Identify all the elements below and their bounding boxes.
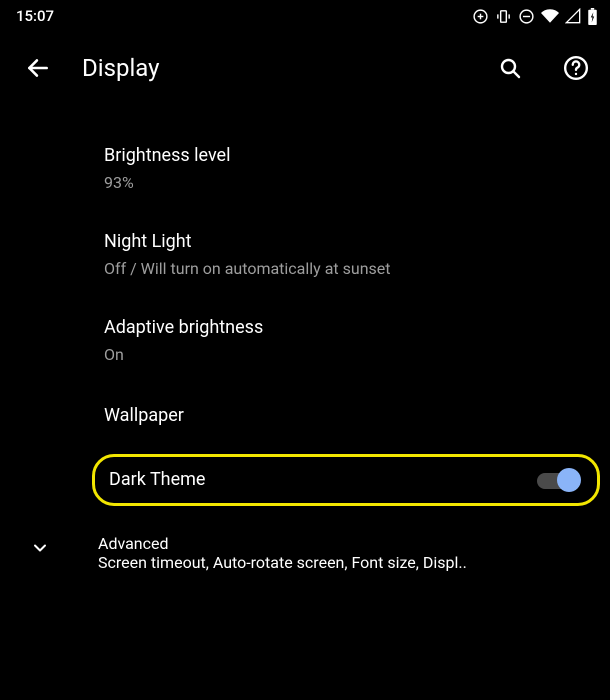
item-title: Brightness level — [104, 144, 586, 168]
item-title: Night Light — [104, 230, 586, 254]
battery-charging-icon — [587, 8, 598, 25]
status-bar: 15:07 — [0, 0, 610, 30]
dark-theme-item[interactable]: Dark Theme — [92, 454, 600, 506]
dnd-icon — [518, 8, 535, 25]
item-title: Advanced — [98, 534, 586, 553]
item-title: Dark Theme — [109, 469, 205, 490]
search-button[interactable] — [494, 52, 526, 84]
item-subtitle: On — [104, 344, 586, 366]
wifi-icon — [541, 7, 559, 25]
brightness-level-item[interactable]: Brightness level 93% — [0, 126, 610, 212]
item-title: Adaptive brightness — [104, 316, 586, 340]
help-icon — [563, 55, 589, 81]
adaptive-brightness-item[interactable]: Adaptive brightness On — [0, 298, 610, 384]
chevron-down-icon — [30, 538, 50, 562]
item-subtitle: Off / Will turn on automatically at suns… — [104, 258, 586, 280]
status-time: 15:07 — [16, 7, 54, 25]
advanced-item[interactable]: Advanced Screen timeout, Auto-rotate scr… — [0, 512, 610, 590]
help-button[interactable] — [560, 52, 592, 84]
page-title: Display — [82, 54, 466, 82]
arrow-left-icon — [25, 55, 51, 81]
search-icon — [498, 56, 522, 80]
night-light-item[interactable]: Night Light Off / Will turn on automatic… — [0, 212, 610, 298]
vibrate-icon — [495, 8, 512, 25]
settings-list: Brightness level 93% Night Light Off / W… — [0, 102, 610, 590]
back-button[interactable] — [22, 52, 54, 84]
app-bar: Display — [0, 30, 610, 102]
item-title: Wallpaper — [104, 404, 586, 428]
wallpaper-item[interactable]: Wallpaper — [0, 384, 610, 448]
item-subtitle: Screen timeout, Auto-rotate screen, Font… — [98, 553, 586, 572]
toggle-thumb — [557, 468, 581, 492]
status-icons — [472, 7, 598, 25]
dark-theme-toggle[interactable] — [537, 467, 579, 493]
add-circle-icon — [472, 8, 489, 25]
item-subtitle: 93% — [104, 172, 586, 194]
cell-signal-icon — [565, 8, 581, 24]
